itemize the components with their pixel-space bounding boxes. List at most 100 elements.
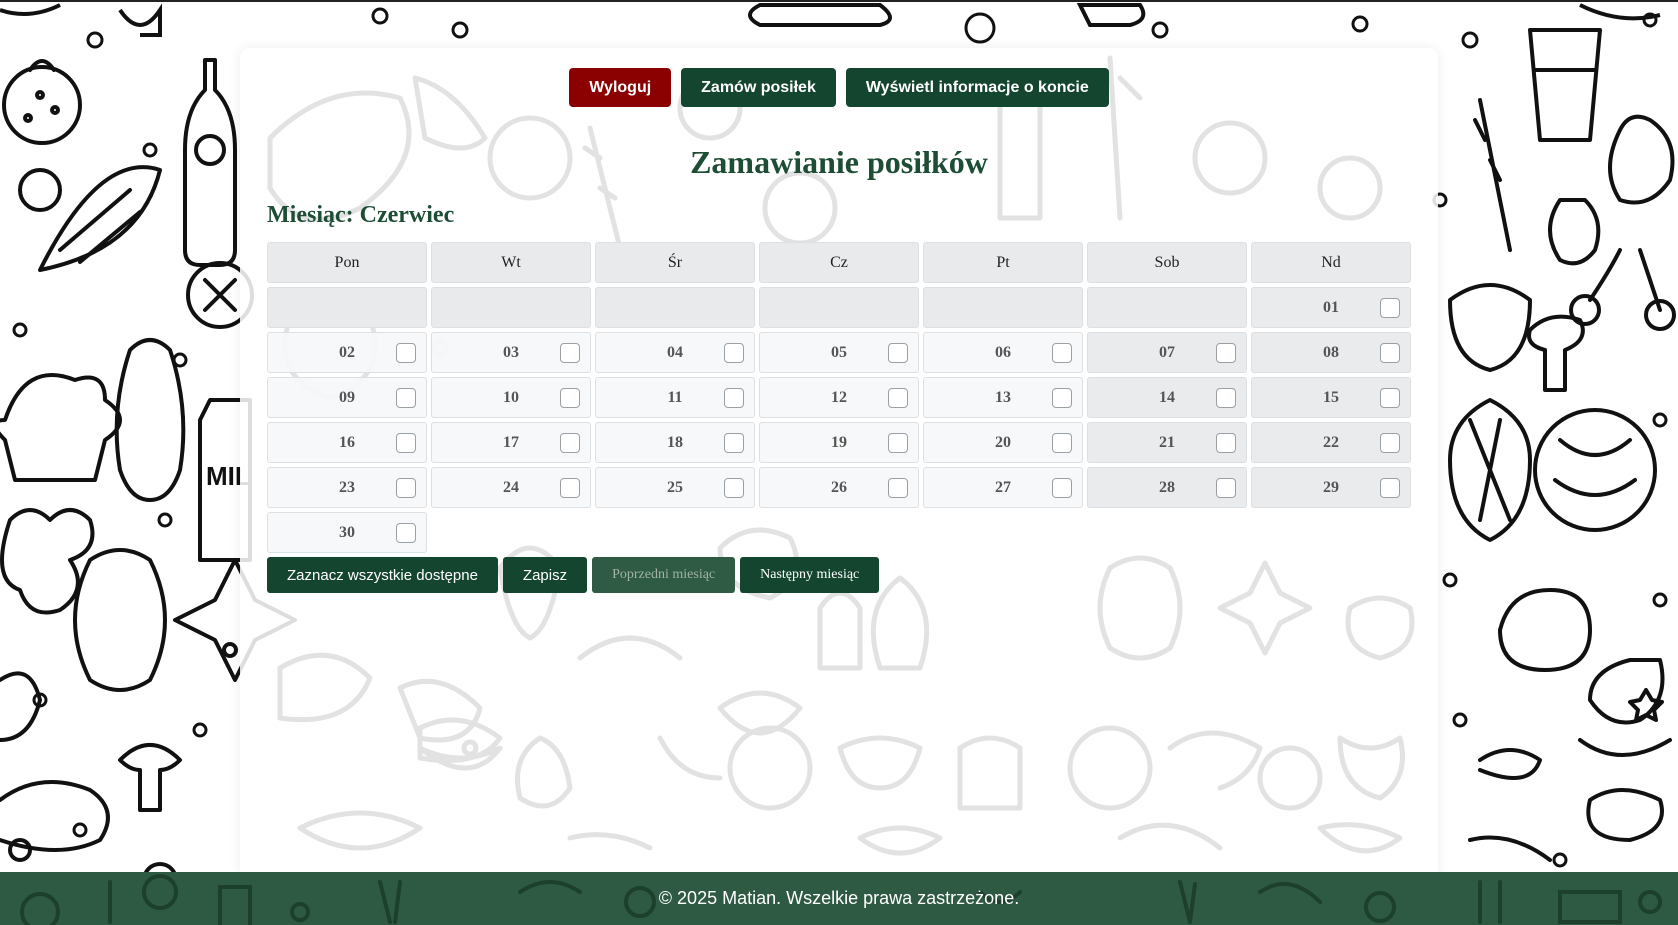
calendar-day-cell: 02 xyxy=(267,332,427,373)
checkbox-icon[interactable] xyxy=(1052,387,1072,408)
calendar-day-cell: 09 xyxy=(267,377,427,418)
day-number: 28 xyxy=(1159,478,1175,496)
main-card: Wyloguj Zamów posiłek Wyświetl informacj… xyxy=(240,48,1438,878)
next-month-button[interactable]: Następny miesiąc xyxy=(740,557,880,593)
calendar-day-cell: 23 xyxy=(267,467,427,508)
day-number: 24 xyxy=(503,478,519,496)
month-heading: Miesiąc: Czerwiec xyxy=(267,202,455,228)
calendar-day-cell: 21 xyxy=(1087,422,1247,463)
day-number: 20 xyxy=(995,433,1011,451)
day-number: 15 xyxy=(1323,388,1339,406)
calendar-day-cell: 25 xyxy=(595,467,755,508)
top-border xyxy=(0,0,1678,2)
previous-month-button[interactable]: Poprzedni miesiąc xyxy=(592,557,736,593)
calendar-actions: Zaznacz wszystkie dostępne Zapisz Poprze… xyxy=(267,557,880,593)
meal-calendar: Pon Wt Śr Cz Pt Sob Nd 01 02 03 04 05 06 07 08 0… xyxy=(267,242,1411,553)
checkbox-icon[interactable] xyxy=(1380,432,1400,453)
calendar-day-cell: 11 xyxy=(595,377,755,418)
calendar-empty-cell xyxy=(759,287,919,328)
checkbox-icon[interactable] xyxy=(888,477,908,498)
calendar-day-cell: 14 xyxy=(1087,377,1247,418)
calendar-day-cell: 05 xyxy=(759,332,919,373)
day-number: 19 xyxy=(831,433,847,451)
checkbox-icon[interactable] xyxy=(396,477,416,498)
checkbox-icon[interactable] xyxy=(724,477,744,498)
checkbox-icon[interactable] xyxy=(1052,477,1072,498)
weekday-header: Pt xyxy=(923,242,1083,283)
checkbox-icon[interactable] xyxy=(888,387,908,408)
calendar-day-cell: 16 xyxy=(267,422,427,463)
checkbox-icon[interactable] xyxy=(396,342,416,363)
calendar-empty-cell xyxy=(1087,287,1247,328)
checkbox-icon[interactable] xyxy=(1216,477,1236,498)
calendar-day-cell: 12 xyxy=(759,377,919,418)
calendar-empty-cell xyxy=(923,287,1083,328)
day-number: 06 xyxy=(995,343,1011,361)
checkbox-icon[interactable] xyxy=(560,387,580,408)
day-number: 27 xyxy=(995,478,1011,496)
day-number: 25 xyxy=(667,478,683,496)
calendar-day-cell: 22 xyxy=(1251,422,1411,463)
day-number: 01 xyxy=(1323,298,1339,316)
checkbox-icon[interactable] xyxy=(724,387,744,408)
day-number: 09 xyxy=(339,388,355,406)
checkbox-icon[interactable] xyxy=(1380,297,1400,318)
order-meal-button[interactable]: Zamów posiłek xyxy=(681,68,836,107)
checkbox-icon[interactable] xyxy=(396,387,416,408)
calendar-day-cell: 28 xyxy=(1087,467,1247,508)
checkbox-icon[interactable] xyxy=(1052,432,1072,453)
weekday-header: Wt xyxy=(431,242,591,283)
day-number: 04 xyxy=(667,343,683,361)
select-all-available-button[interactable]: Zaznacz wszystkie dostępne xyxy=(267,557,498,593)
calendar-day-cell: 24 xyxy=(431,467,591,508)
checkbox-icon[interactable] xyxy=(396,432,416,453)
checkbox-icon[interactable] xyxy=(1380,477,1400,498)
checkbox-icon[interactable] xyxy=(1216,387,1236,408)
checkbox-icon[interactable] xyxy=(888,342,908,363)
save-button[interactable]: Zapisz xyxy=(502,557,588,593)
checkbox-icon[interactable] xyxy=(560,342,580,363)
checkbox-icon[interactable] xyxy=(1380,342,1400,363)
weekday-header: Śr xyxy=(595,242,755,283)
calendar-day-cell: 29 xyxy=(1251,467,1411,508)
calendar-empty-cell xyxy=(595,287,755,328)
checkbox-icon[interactable] xyxy=(1216,432,1236,453)
calendar-day-cell: 03 xyxy=(431,332,591,373)
day-number: 21 xyxy=(1159,433,1175,451)
checkbox-icon[interactable] xyxy=(724,432,744,453)
day-number: 08 xyxy=(1323,343,1339,361)
account-info-button[interactable]: Wyświetl informacje o koncie xyxy=(845,68,1109,107)
checkbox-icon[interactable] xyxy=(396,522,416,543)
calendar-day-cell: 10 xyxy=(431,377,591,418)
checkbox-icon[interactable] xyxy=(888,432,908,453)
day-number: 03 xyxy=(503,343,519,361)
calendar-day-cell: 20 xyxy=(923,422,1083,463)
calendar-day-cell: 06 xyxy=(923,332,1083,373)
day-number: 16 xyxy=(339,433,355,451)
checkbox-icon[interactable] xyxy=(560,432,580,453)
day-number: 26 xyxy=(831,478,847,496)
footer-copyright: © 2025 Matian. Wszelkie prawa zastrzeżon… xyxy=(658,888,1020,908)
page-title: Zamawianie posiłków xyxy=(690,144,988,180)
day-number: 10 xyxy=(503,388,519,406)
calendar-day-cell: 27 xyxy=(923,467,1083,508)
day-number: 22 xyxy=(1323,433,1339,451)
checkbox-icon[interactable] xyxy=(1380,387,1400,408)
checkbox-icon[interactable] xyxy=(1052,342,1072,363)
day-number: 12 xyxy=(831,388,847,406)
calendar-empty-cell xyxy=(431,287,591,328)
checkbox-icon[interactable] xyxy=(560,477,580,498)
day-number: 02 xyxy=(339,343,355,361)
day-number: 05 xyxy=(831,343,847,361)
day-number: 11 xyxy=(667,388,683,406)
checkbox-icon[interactable] xyxy=(1216,342,1236,363)
calendar-day-cell: 26 xyxy=(759,467,919,508)
calendar-day-cell: 07 xyxy=(1087,332,1247,373)
checkbox-icon[interactable] xyxy=(724,342,744,363)
calendar-day-cell: 30 xyxy=(267,512,427,553)
page-footer: © 2025 Matian. Wszelkie prawa zastrzeżon… xyxy=(0,872,1678,925)
top-navigation: Wyloguj Zamów posiłek Wyświetl informacj… xyxy=(240,68,1438,107)
logout-button[interactable]: Wyloguj xyxy=(569,68,672,107)
calendar-day-cell: 15 xyxy=(1251,377,1411,418)
weekday-header: Sob xyxy=(1087,242,1247,283)
